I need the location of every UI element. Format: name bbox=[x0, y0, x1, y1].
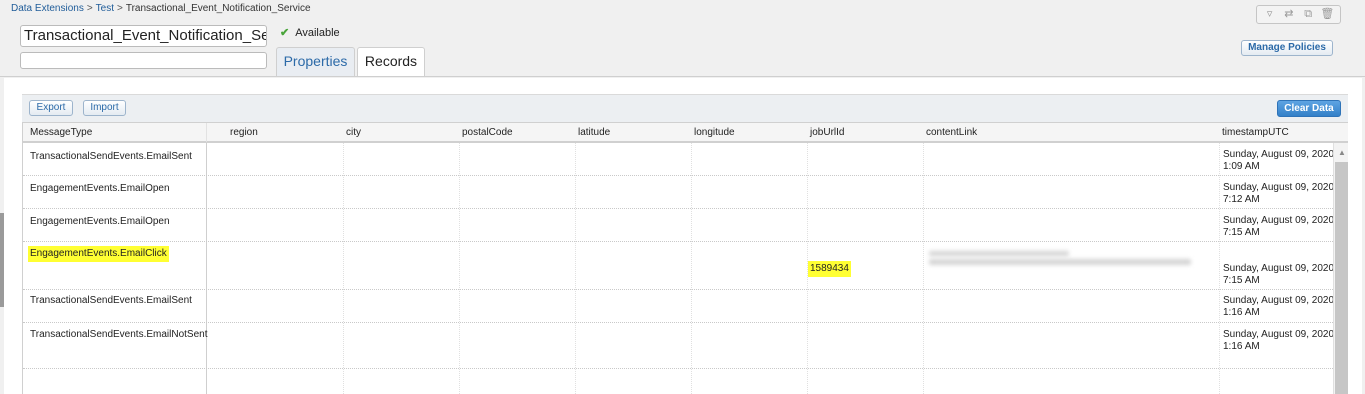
redacted-content-link bbox=[929, 251, 1069, 256]
cell-messagetype: EngagementEvents.EmailOpen bbox=[30, 183, 170, 194]
grid-header: MessageType region city postalCode latit… bbox=[23, 122, 1348, 143]
column-header-messagetype[interactable]: MessageType bbox=[23, 123, 206, 142]
record-toolbar: ▿ ⇄ ⧉ 🗑 bbox=[1256, 5, 1341, 24]
column-header-joburlid[interactable]: jobUrlId bbox=[803, 123, 844, 142]
manage-policies-button[interactable]: Manage Policies bbox=[1241, 40, 1333, 56]
tab-properties[interactable]: Properties bbox=[276, 47, 355, 76]
column-header-longitude[interactable]: longitude bbox=[687, 123, 735, 142]
table-row[interactable]: TransactionalSendEvents.EmailNotSent Sun… bbox=[23, 323, 1335, 369]
cell-timestamp-time: 7:12 AM bbox=[1223, 194, 1260, 205]
cell-joburlid-highlighted: 1589434 bbox=[808, 261, 851, 277]
cell-messagetype: EngagementEvents.EmailOpen bbox=[30, 216, 170, 227]
cell-timestamp-date: Sunday, August 09, 2020 bbox=[1223, 182, 1335, 193]
table-row[interactable]: EngagementEvents.EmailOpen Sunday, Augus… bbox=[23, 209, 1335, 242]
export-button[interactable]: Export bbox=[29, 100, 73, 116]
breadcrumb-link-data-extensions[interactable]: Data Extensions bbox=[11, 3, 84, 14]
clear-data-button[interactable]: Clear Data bbox=[1277, 100, 1341, 117]
cell-timestamp-time: 7:15 AM bbox=[1223, 275, 1260, 286]
column-header-region[interactable]: region bbox=[223, 123, 258, 142]
records-grid: MessageType region city postalCode latit… bbox=[22, 122, 1348, 394]
cell-timestamp-time: 1:09 AM bbox=[1223, 161, 1260, 172]
extension-name-field[interactable]: Transactional_Event_Notification_Service bbox=[20, 25, 267, 47]
extension-description-field[interactable] bbox=[20, 52, 267, 69]
column-divider bbox=[206, 123, 207, 142]
column-header-postalcode[interactable]: postalCode bbox=[455, 123, 513, 142]
header-divider bbox=[0, 76, 1365, 77]
column-header-latitude[interactable]: latitude bbox=[571, 123, 610, 142]
copy-icon[interactable]: ⧉ bbox=[1301, 8, 1315, 21]
cell-timestamp-date: Sunday, August 09, 2020 bbox=[1223, 263, 1335, 274]
cell-timestamp-date: Sunday, August 09, 2020 bbox=[1223, 215, 1335, 226]
table-row[interactable]: TransactionalSendEvents.EmailSent Sunday… bbox=[23, 143, 1335, 176]
status-indicator: ✔ Available bbox=[280, 26, 340, 39]
table-row[interactable]: EngagementEvents.EmailOpen Sunday, Augus… bbox=[23, 176, 1335, 209]
cell-timestamp-date: Sunday, August 09, 2020 bbox=[1223, 329, 1335, 340]
panel-resize-handle[interactable] bbox=[0, 213, 4, 307]
check-icon: ✔ bbox=[280, 27, 290, 39]
grid-scrollbar[interactable]: ▲ bbox=[1333, 143, 1348, 394]
cell-timestamp-time: 7:15 AM bbox=[1223, 227, 1260, 238]
cell-timestamp-date: Sunday, August 09, 2020 bbox=[1223, 149, 1335, 160]
breadcrumb-separator: > bbox=[117, 3, 123, 14]
cell-messagetype-highlighted: EngagementEvents.EmailClick bbox=[28, 246, 169, 262]
scroll-up-icon[interactable]: ▲ bbox=[1336, 148, 1348, 158]
filter-icon[interactable]: ▿ bbox=[1263, 8, 1277, 21]
columns-icon[interactable]: ⇄ bbox=[1282, 8, 1296, 21]
scrollbar-thumb[interactable] bbox=[1335, 162, 1348, 394]
column-header-timestamputc[interactable]: timestampUTC bbox=[1215, 123, 1289, 142]
table-row[interactable]: TransactionalSendEvents.EmailSent Sunday… bbox=[23, 290, 1335, 323]
cell-messagetype: TransactionalSendEvents.EmailSent bbox=[30, 151, 192, 162]
breadcrumb-current: Transactional_Event_Notification_Service bbox=[125, 3, 311, 14]
status-label: Available bbox=[295, 27, 340, 39]
tab-records[interactable]: Records bbox=[357, 47, 425, 77]
breadcrumb-link-test[interactable]: Test bbox=[96, 3, 114, 14]
cell-messagetype: TransactionalSendEvents.EmailNotSent bbox=[30, 329, 208, 340]
records-button-bar: Export Import Clear Data bbox=[22, 94, 1348, 122]
cell-timestamp-date: Sunday, August 09, 2020 bbox=[1223, 295, 1335, 306]
breadcrumb: Data Extensions > Test > Transactional_Event… bbox=[11, 3, 311, 14]
redacted-content-link bbox=[929, 259, 1191, 265]
cell-messagetype: TransactionalSendEvents.EmailSent bbox=[30, 295, 192, 306]
column-header-contentlink[interactable]: contentLink bbox=[919, 123, 977, 142]
trash-icon[interactable]: 🗑 bbox=[1320, 8, 1334, 21]
cell-timestamp-time: 1:16 AM bbox=[1223, 307, 1260, 318]
import-button[interactable]: Import bbox=[83, 100, 126, 116]
table-row[interactable]: EngagementEvents.EmailClick 1589434 Sund… bbox=[23, 242, 1335, 290]
cell-timestamp-time: 1:16 AM bbox=[1223, 341, 1260, 352]
breadcrumb-separator: > bbox=[86, 3, 93, 14]
column-header-city[interactable]: city bbox=[339, 123, 361, 142]
